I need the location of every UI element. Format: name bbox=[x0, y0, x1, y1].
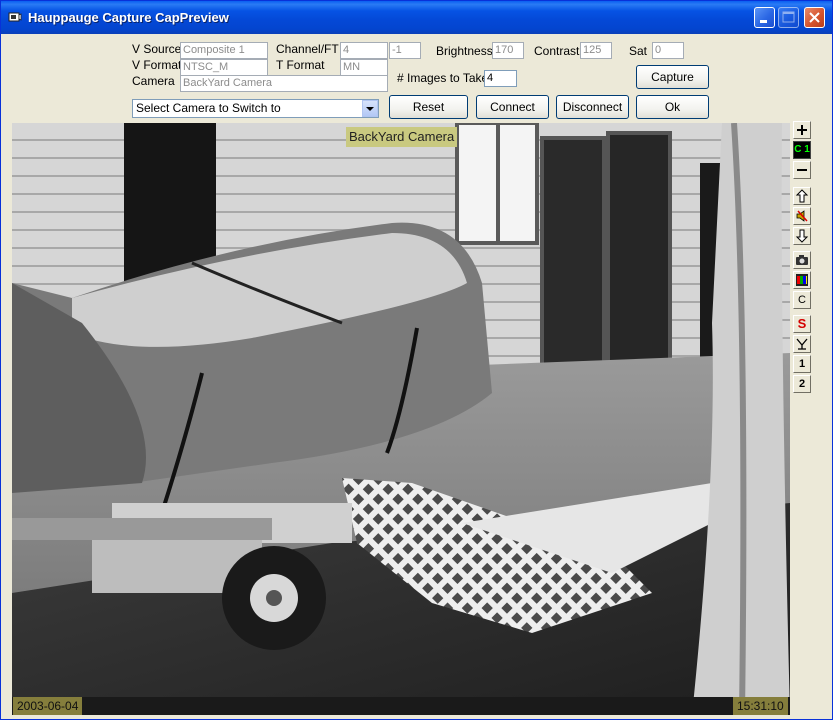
color-settings-button[interactable] bbox=[793, 271, 811, 289]
reset-camera-button[interactable]: Reset Camera bbox=[389, 95, 468, 136]
camera-select-value: Select Camera to Switch to bbox=[136, 101, 281, 115]
brightness-field[interactable]: 170 bbox=[492, 42, 524, 59]
arrow-down-icon bbox=[795, 229, 809, 243]
channel-field[interactable]: 4 bbox=[340, 42, 388, 59]
plus-icon bbox=[797, 125, 807, 135]
minus-icon bbox=[797, 169, 807, 171]
t-format-field[interactable]: MN bbox=[340, 59, 388, 76]
v-source-label: V Source bbox=[132, 42, 182, 56]
video-preview[interactable] bbox=[12, 123, 790, 715]
channel-up-button[interactable] bbox=[793, 121, 811, 139]
tuner-button[interactable] bbox=[793, 335, 811, 353]
volume-down-button[interactable] bbox=[793, 227, 811, 245]
minimize-icon bbox=[760, 20, 767, 23]
c-button[interactable]: C bbox=[793, 291, 811, 309]
time-overlay: 15:31:10 bbox=[733, 697, 788, 715]
sat-label: Sat bbox=[629, 44, 648, 58]
preset-2-button[interactable]: 2 bbox=[793, 375, 811, 393]
images-to-take-label: # Images to Take bbox=[397, 71, 489, 85]
connect-button[interactable]: Connect bbox=[476, 95, 549, 119]
snapshot-button[interactable] bbox=[793, 251, 811, 269]
disconnect-button[interactable]: Disconnect bbox=[556, 95, 629, 119]
contrast-label: Contrast bbox=[534, 44, 580, 58]
video-frame bbox=[12, 123, 790, 715]
title-bar[interactable]: Hauppauge Capture CapPreview bbox=[1, 1, 832, 34]
channel-label: Channel/FT bbox=[276, 42, 339, 56]
channel-display: C 1 bbox=[793, 141, 811, 159]
app-icon bbox=[8, 12, 22, 22]
contrast-field[interactable]: 125 bbox=[580, 42, 612, 59]
maximize-icon bbox=[782, 11, 795, 23]
camera-name-field[interactable]: BackYard Camera bbox=[180, 75, 388, 92]
v-source-field[interactable]: Composite 1 bbox=[180, 42, 268, 59]
window-title: Hauppauge Capture CapPreview bbox=[28, 10, 229, 25]
maximize-button[interactable] bbox=[778, 7, 799, 28]
antenna-icon bbox=[796, 338, 808, 350]
s-button[interactable]: S bbox=[793, 315, 811, 333]
mute-button[interactable] bbox=[793, 207, 811, 225]
ft-field[interactable]: -1 bbox=[389, 42, 421, 59]
capture-button[interactable]: Capture bbox=[636, 65, 709, 89]
t-format-label: T Format bbox=[276, 58, 325, 72]
close-button[interactable] bbox=[804, 7, 825, 28]
images-to-take-field[interactable]: 4 bbox=[484, 70, 517, 87]
chevron-down-icon bbox=[366, 107, 374, 111]
v-format-field[interactable]: NTSC_M bbox=[180, 59, 268, 76]
color-bars-icon bbox=[796, 274, 808, 286]
camera-name-overlay: BackYard Camera bbox=[346, 127, 458, 147]
brightness-label: Brightness bbox=[436, 44, 493, 58]
v-format-label: V Format bbox=[132, 58, 182, 72]
dropdown-arrow[interactable] bbox=[362, 100, 378, 117]
minimize-button[interactable] bbox=[754, 7, 775, 28]
volume-up-button[interactable] bbox=[793, 187, 811, 205]
arrow-up-icon bbox=[795, 189, 809, 203]
camera-label: Camera bbox=[132, 74, 175, 88]
preset-1-button[interactable]: 1 bbox=[793, 355, 811, 373]
camera-icon bbox=[796, 255, 808, 265]
camera-select[interactable]: Select Camera to Switch to bbox=[132, 99, 379, 118]
ok-button[interactable]: Ok bbox=[636, 95, 709, 119]
sat-field[interactable]: 0 bbox=[652, 42, 684, 59]
date-overlay: 2003-06-04 bbox=[13, 697, 83, 715]
speaker-mute-icon bbox=[796, 210, 808, 222]
channel-down-button[interactable] bbox=[793, 161, 811, 179]
close-icon bbox=[809, 12, 820, 23]
